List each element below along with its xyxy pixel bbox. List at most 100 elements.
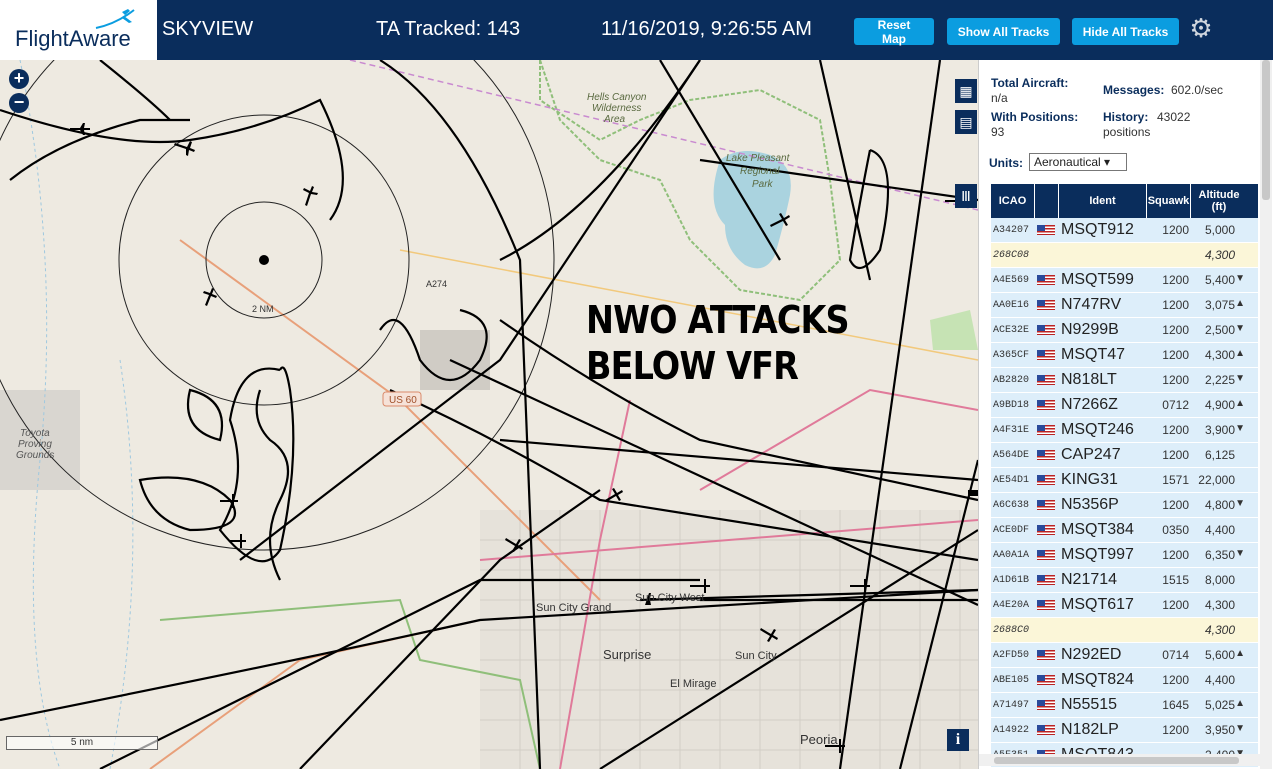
- map-layer-icon[interactable]: ▦: [955, 79, 977, 103]
- table-row[interactable]: AE54D1 KING31 1571 22,000: [991, 468, 1258, 493]
- reset-map-button[interactable]: Reset Map: [854, 18, 934, 46]
- cell-flag: [1035, 725, 1059, 735]
- table-row[interactable]: AA0A1A MSQT997 1200 6,350 ▼: [991, 543, 1258, 568]
- us-flag-icon: [1037, 725, 1055, 735]
- cell-altitude: 4,800 ▼: [1191, 498, 1247, 512]
- cell-squawk: 1200: [1162, 548, 1189, 562]
- table-row[interactable]: A365CF MSQT47 1200 4,300 ▲: [991, 343, 1258, 368]
- cell-altitude: 4,300: [1191, 623, 1247, 637]
- us-flag-icon: [1037, 675, 1055, 685]
- units-select[interactable]: Aeronautical ▾: [1029, 153, 1127, 171]
- map-canvas[interactable]: Hells Canyon Wilderness Area Lake Pleasa…: [0, 60, 978, 769]
- zoom-out-button[interactable]: −: [9, 93, 29, 113]
- show-all-tracks-button[interactable]: Show All Tracks: [947, 18, 1060, 45]
- table-row[interactable]: A4E20A MSQT617 1200 4,300: [991, 593, 1258, 618]
- us-flag-icon: [1037, 475, 1055, 485]
- cell-icao: ACE0DF: [993, 524, 1030, 536]
- cell-flag: [1035, 625, 1059, 635]
- timestamp: 11/16/2019, 9:26:55 AM: [601, 18, 812, 40]
- table-row[interactable]: A71497 N55515 1645 5,025 ▲: [991, 693, 1258, 718]
- info-icon[interactable]: i: [947, 729, 969, 751]
- altitude-value: 2,225: [1204, 373, 1235, 387]
- table-row[interactable]: AB2820 N818LT 1200 2,225 ▼: [991, 368, 1258, 393]
- columns-icon[interactable]: Ⅲ: [955, 184, 977, 208]
- trend-icon: ▲: [1235, 398, 1245, 409]
- altitude-value: 4,300: [1204, 598, 1235, 612]
- col-altitude[interactable]: Altitude (ft): [1191, 184, 1247, 218]
- table-row[interactable]: ACE0DF MSQT384 0350 4,400: [991, 518, 1258, 543]
- trend-icon: ▼: [1235, 548, 1245, 559]
- horizontal-scroll-thumb[interactable]: [994, 757, 1239, 764]
- table-row[interactable]: A4F31E MSQT246 1200 3,900 ▼: [991, 418, 1258, 443]
- altitude-value: 3,900: [1204, 423, 1235, 437]
- cell-ident: N55515: [1061, 696, 1118, 713]
- cell-icao: A6C638: [993, 499, 1030, 511]
- altitude-value: 6,125: [1204, 448, 1235, 462]
- table-row[interactable]: A1D61B N21714 1515 8,000: [991, 568, 1258, 593]
- table-row[interactable]: ABE105 MSQT824 1200 4,400: [991, 668, 1258, 693]
- table-row[interactable]: A9BD18 N7266Z 0712 4,900 ▲: [991, 393, 1258, 418]
- cell-flag: [1035, 600, 1059, 610]
- cell-icao: A71497: [993, 699, 1030, 711]
- col-ident[interactable]: Ident: [1059, 184, 1147, 218]
- table-row[interactable]: A6C638 N5356P 1200 4,800 ▼: [991, 493, 1258, 518]
- table-row[interactable]: A2FD50 N292ED 0714 5,600 ▲: [991, 643, 1258, 668]
- label-peoria: Peoria: [800, 732, 838, 747]
- us-flag-icon: [1037, 425, 1055, 435]
- trend-icon: ▼: [1235, 373, 1245, 384]
- map-drawing: Hells Canyon Wilderness Area Lake Pleasa…: [0, 60, 978, 769]
- cell-altitude: 2,225 ▼: [1191, 373, 1247, 387]
- altitude-value: 8,000: [1204, 573, 1235, 587]
- grid-icon[interactable]: ▤: [955, 110, 977, 134]
- cell-ident: N747RV: [1061, 296, 1122, 313]
- altitude-value: 4,400: [1204, 523, 1235, 537]
- table-row[interactable]: 268C08 4,300: [991, 243, 1258, 268]
- vertical-scroll-thumb[interactable]: [1262, 60, 1270, 200]
- logo[interactable]: FlightAware: [0, 0, 157, 60]
- top-bar: FlightAware SKYVIEW TA Tracked: 143 11/1…: [0, 0, 1273, 60]
- label-us60: US 60: [389, 395, 417, 406]
- table-row[interactable]: A34207 MSQT912 1200 5,000: [991, 218, 1258, 243]
- table-row[interactable]: A4E569 MSQT599 1200 5,400 ▼: [991, 268, 1258, 293]
- cell-icao: A564DE: [993, 449, 1030, 461]
- cell-ident: MSQT47: [1061, 346, 1126, 363]
- label-sun-city-west: Sun City West: [635, 592, 705, 604]
- label-grounds: Grounds: [16, 450, 54, 461]
- cell-ident: CAP247: [1061, 446, 1121, 463]
- cell-icao: AA0E16: [993, 299, 1030, 311]
- table-row[interactable]: AA0E16 N747RV 1200 3,075 ▲: [991, 293, 1258, 318]
- zoom-in-button[interactable]: +: [9, 69, 29, 89]
- cell-squawk: 1200: [1162, 723, 1189, 737]
- messages-label: Messages:: [1103, 83, 1165, 97]
- table-row[interactable]: A564DE CAP247 1200 6,125: [991, 443, 1258, 468]
- cell-flag: [1035, 575, 1059, 585]
- gear-icon[interactable]: ⚙: [1187, 14, 1215, 42]
- cell-flag: [1035, 550, 1059, 560]
- us-flag-icon: [1037, 500, 1055, 510]
- cell-flag: [1035, 350, 1059, 360]
- trend-icon: ▼: [1235, 273, 1245, 284]
- col-flag[interactable]: [1035, 184, 1059, 218]
- table-row[interactable]: A14922 N182LP 1200 3,950 ▼: [991, 718, 1258, 743]
- cell-squawk: 0350: [1162, 523, 1189, 537]
- trend-icon: ▲: [1235, 698, 1245, 709]
- side-panel: Total Aircraft: n/a With Positions: 93 M…: [978, 60, 1273, 769]
- cell-ident: N9299B: [1061, 321, 1119, 338]
- us-flag-icon: [1037, 450, 1055, 460]
- table-row[interactable]: 2688C0 4,300: [991, 618, 1258, 643]
- history-unit: positions: [1103, 125, 1151, 139]
- col-squawk[interactable]: Squawk: [1147, 184, 1191, 218]
- cell-ident: MSQT617: [1061, 596, 1134, 613]
- cell-flag: [1035, 250, 1059, 260]
- cell-squawk: 1200: [1162, 498, 1189, 512]
- table-row[interactable]: ACE32E N9299B 1200 2,500 ▼: [991, 318, 1258, 343]
- park-boundary: [539, 60, 842, 302]
- trend-icon: ▼: [1235, 498, 1245, 509]
- hide-all-tracks-button[interactable]: Hide All Tracks: [1072, 18, 1179, 45]
- us-flag-icon: [1037, 325, 1055, 335]
- col-icao[interactable]: ICAO: [991, 184, 1035, 218]
- cell-ident: KING31: [1061, 471, 1118, 488]
- table-body: A34207 MSQT912 1200 5,000 268C08 4,300 A4E569 M…: [991, 218, 1258, 768]
- cell-altitude: 4,300 ▲: [1191, 348, 1247, 362]
- trend-icon: ▼: [1235, 723, 1245, 734]
